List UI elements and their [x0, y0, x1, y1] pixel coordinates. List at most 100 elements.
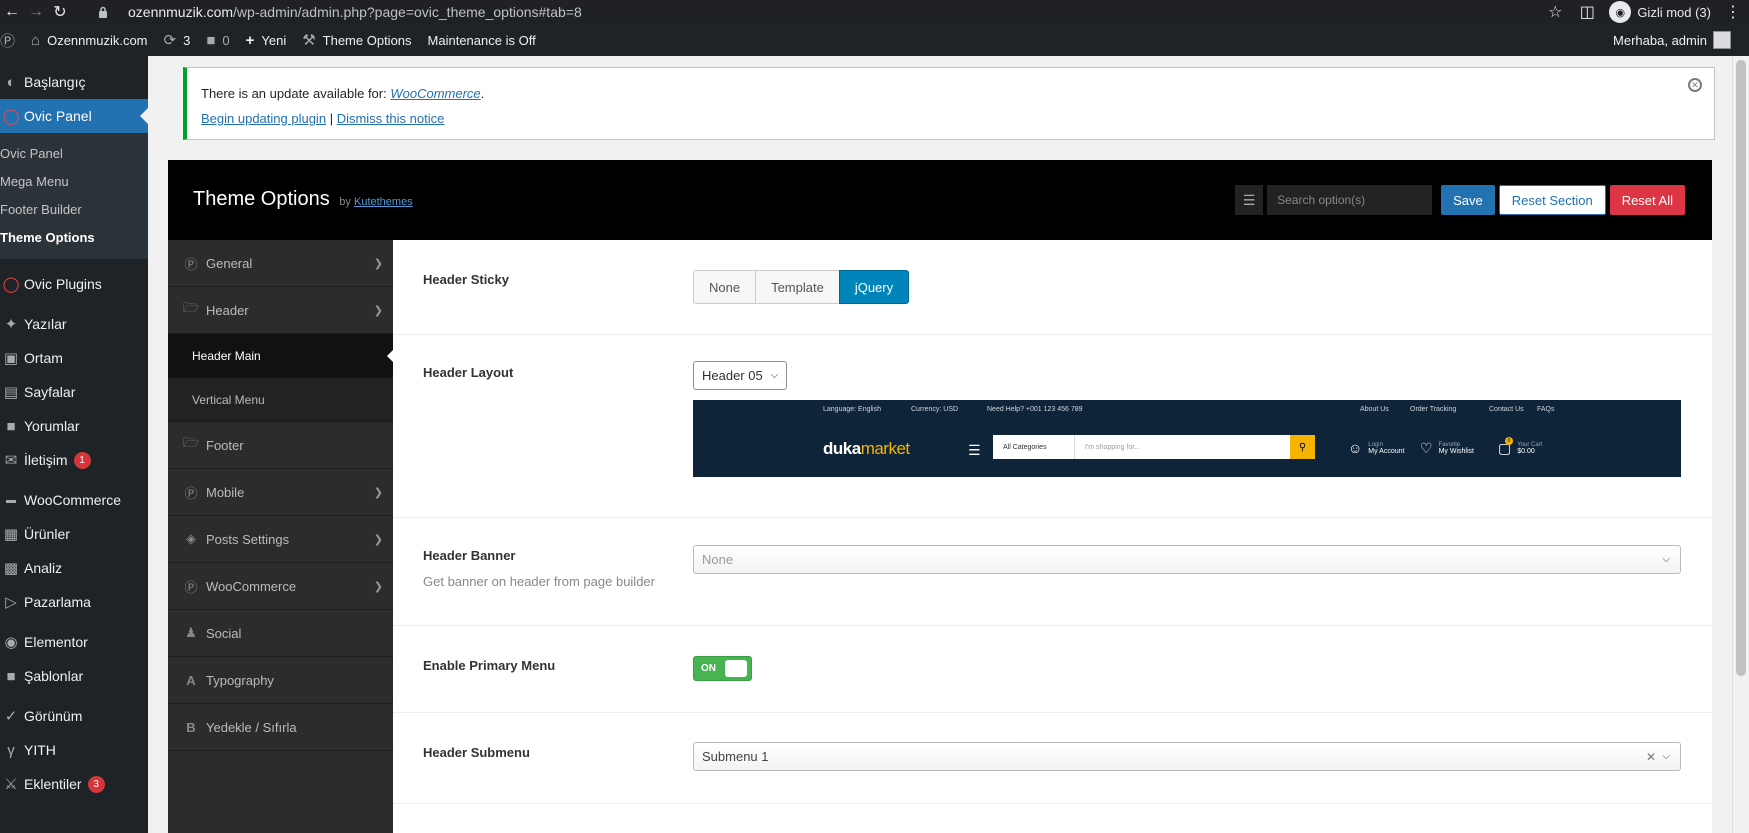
menu-posts[interactable]: ✦ Yazılar [0, 307, 148, 341]
header-layout-select[interactable]: Header 05 ⌵ [693, 361, 788, 390]
nav-backup[interactable]: B Yedekle / Sıfırla [168, 704, 393, 751]
nav-social[interactable]: ♟ Social [168, 610, 393, 657]
menu-marketing[interactable]: ▷ Pazarlama [0, 585, 148, 619]
header-preview-image: Language: English Currency: USD Need Hel… [693, 400, 1681, 477]
updates-link[interactable]: ⟳ 3 [156, 24, 199, 56]
close-icon[interactable]: ✕ [1688, 78, 1702, 92]
menu-templates[interactable]: ■ Şablonlar [0, 659, 148, 693]
author-link[interactable]: Kutethemes [354, 196, 413, 208]
page-scrollbar[interactable] [1732, 56, 1749, 833]
options-nav: Ⓟ General ❯ 🗁 Header ❯ Header Main Vertical … [168, 240, 393, 833]
nav-header[interactable]: 🗁 Header ❯ [168, 287, 393, 334]
sticky-buttonset: None Template jQuery [693, 270, 910, 304]
notice-message: There is an update available for: [201, 86, 387, 101]
maintenance-label: Maintenance is Off [427, 32, 536, 48]
rss-icon: ◈ [186, 531, 196, 546]
preview-search: All Categories I'm shopping for... [993, 435, 1290, 459]
scrollbar-thumb[interactable] [1736, 60, 1746, 676]
nav-mobile[interactable]: Ⓟ Mobile ❯ [168, 469, 393, 516]
reset-section-button[interactable]: Reset Section [1498, 185, 1606, 215]
save-button[interactable]: Save [1441, 185, 1495, 215]
menu-label: Ovic Plugins [24, 276, 102, 292]
nav-vertical-menu[interactable]: Vertical Menu [168, 378, 393, 422]
reload-icon[interactable]: ↻ [48, 0, 72, 24]
menu-ovic-plugins[interactable]: ◯ Ovic Plugins [0, 267, 148, 301]
nav-label: Social [206, 625, 242, 641]
menu-media[interactable]: ▣ Ortam [0, 341, 148, 375]
star-icon[interactable]: ☆ [1543, 0, 1567, 24]
dismiss-link[interactable]: Dismiss this notice [337, 111, 445, 126]
submenu-theme-options[interactable]: Theme Options [0, 223, 148, 251]
menu-products[interactable]: ▦ Ürünler [0, 517, 148, 551]
expand-icon[interactable]: ☰ [1235, 185, 1264, 215]
theme-options-link[interactable]: ⚒ Theme Options [294, 24, 419, 56]
appearance-icon: ✓ [4, 708, 18, 725]
header-banner-select[interactable]: None ⌵ [693, 545, 1681, 574]
menu-pages[interactable]: ▤ Sayfalar [0, 375, 148, 409]
submenu-mega-menu[interactable]: Mega Menu [0, 167, 148, 195]
submenu-ovic-panel[interactable]: Ovic Panel [0, 139, 148, 167]
begin-updating-link[interactable]: Begin updating plugin [201, 111, 326, 126]
chevron-down-icon: ⌵ [770, 370, 779, 381]
select-value: None [702, 552, 734, 567]
nav-label: Posts Settings [206, 531, 290, 547]
reset-all-button[interactable]: Reset All [1609, 185, 1685, 215]
maintenance-link[interactable]: Maintenance is Off [420, 24, 544, 56]
wishlist-label: My Wishlist [1438, 448, 1474, 455]
nav-posts-settings[interactable]: ◈ Posts Settings ❯ [168, 516, 393, 563]
menu-analytics[interactable]: ▩ Analiz [0, 551, 148, 585]
header-submenu-select[interactable]: Submenu 1 ✕ ⌵ [693, 742, 1681, 771]
clear-icon[interactable]: ✕ [1646, 750, 1656, 764]
submenu-footer-builder[interactable]: Footer Builder [0, 195, 148, 223]
menu-label: Eklentiler [24, 776, 82, 792]
wp-logo-icon[interactable]: Ⓟ [0, 24, 23, 56]
menu-yith[interactable]: γ YITH [0, 733, 148, 767]
site-name-link[interactable]: ⌂ Ozennmuzik.com [23, 24, 155, 56]
folder-open-icon: 🗁 [183, 435, 200, 450]
menu-woocommerce[interactable]: ▬ WooCommerce [0, 483, 148, 517]
search-input[interactable]: Search option(s) [1267, 185, 1433, 215]
lock-icon [96, 5, 110, 19]
nav-header-main[interactable]: Header Main [168, 334, 393, 378]
forward-icon[interactable]: → [24, 0, 48, 24]
menu-label: YITH [24, 742, 56, 758]
menu-comments[interactable]: ■ Yorumlar [0, 409, 148, 443]
side-panel-icon[interactable]: ◫ [1575, 0, 1599, 24]
menu-dashboard[interactable]: ◐ Başlangıç [0, 65, 148, 99]
account-menu[interactable]: Merhaba, admin [1613, 24, 1731, 56]
menu-label: WooCommerce [24, 492, 121, 508]
bold-icon: B [186, 719, 196, 735]
primary-menu-toggle[interactable]: ON [693, 656, 752, 681]
sticky-option-template[interactable]: Template [755, 270, 840, 304]
menu-plugins[interactable]: ⚔ Eklentiler 3 [0, 767, 148, 801]
chevron-down-icon: ❯ [373, 304, 383, 317]
menu-ovic-panel[interactable]: ◯ Ovic Panel [0, 99, 148, 133]
menu-contact[interactable]: ✉ İletişim 1 [0, 443, 148, 477]
new-content-link[interactable]: + Yeni [238, 24, 295, 56]
nav-typography[interactable]: A Typography [168, 657, 393, 704]
woocommerce-link[interactable]: WooCommerce [390, 86, 480, 101]
chevron-down-icon: ⌵ [1662, 554, 1670, 565]
nav-footer[interactable]: 🗁 Footer [168, 422, 393, 469]
nav-general[interactable]: Ⓟ General ❯ [168, 240, 393, 287]
preview-tracking: Order Tracking [1410, 406, 1457, 413]
account-label: My Account [1368, 447, 1405, 455]
incognito-badge[interactable]: ◉ Gizli mod (3) [1599, 0, 1721, 24]
sticky-option-jquery[interactable]: jQuery [838, 270, 910, 304]
menu-elementor[interactable]: ◉ Elementor [0, 625, 148, 659]
back-icon[interactable]: ← [0, 0, 24, 24]
page-title: Theme Options by Kutethemes [193, 188, 413, 211]
mail-icon: ✉ [4, 452, 18, 469]
nav-label: General [206, 255, 253, 271]
nav-woocommerce[interactable]: Ⓟ WooCommerce ❯ [168, 563, 393, 610]
address-bar[interactable]: ozennmuzik.com/wp-admin/admin.php?page=o… [96, 1, 1566, 23]
menu-dots-icon[interactable]: ⋮ [1721, 0, 1745, 24]
nav-label: Footer [206, 437, 244, 453]
sticky-option-none[interactable]: None [693, 270, 757, 304]
chevron-right-icon: ❯ [373, 257, 383, 270]
cart-value: $0.00 [1517, 448, 1535, 455]
comments-link[interactable]: ■ 0 [198, 24, 237, 56]
menu-appearance[interactable]: ✓ Görünüm [0, 699, 148, 733]
menu-label: Yorumlar [24, 418, 80, 434]
wordpress-icon: Ⓟ [184, 256, 198, 272]
